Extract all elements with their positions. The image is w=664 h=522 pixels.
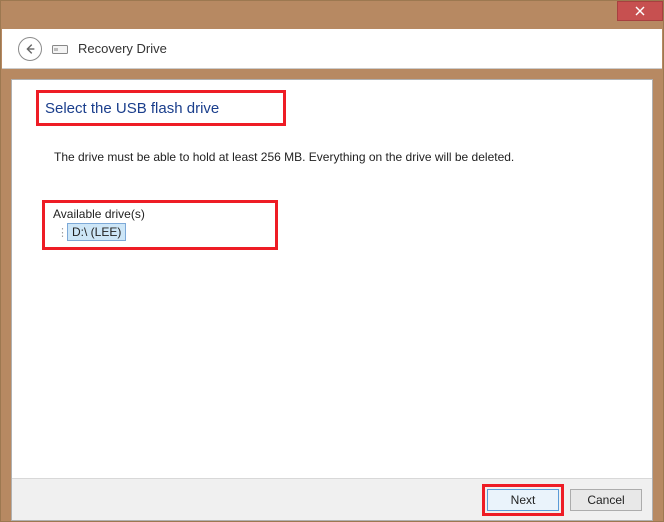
available-drives-highlight: Available drive(s) ⋮.. D:\ (LEE) [42,200,278,250]
close-icon [635,6,645,16]
heading-highlight: Select the USB flash drive [36,90,286,126]
next-button[interactable]: Next [487,489,559,511]
back-button[interactable] [18,37,42,61]
close-button[interactable] [617,1,663,21]
recovery-drive-icon [52,43,68,55]
content-panel: Select the USB flash drive The drive mus… [11,79,653,521]
titlebar [1,1,663,29]
button-bar: Next Cancel [12,478,652,520]
drive-item[interactable]: D:\ (LEE) [67,223,126,241]
next-button-highlight: Next [482,484,564,516]
available-drives-label: Available drive(s) [53,207,267,221]
instruction-text: The drive must be able to hold at least … [54,150,514,164]
window-title: Recovery Drive [78,41,167,56]
page-heading: Select the USB flash drive [45,100,219,117]
back-arrow-icon [23,42,37,56]
drive-tree-row: ⋮.. D:\ (LEE) [53,223,267,241]
tree-connector-icon: ⋮.. [57,226,67,239]
header: Recovery Drive [2,29,662,69]
cancel-button[interactable]: Cancel [570,489,642,511]
window-frame: Recovery Drive Select the USB flash driv… [0,0,664,522]
